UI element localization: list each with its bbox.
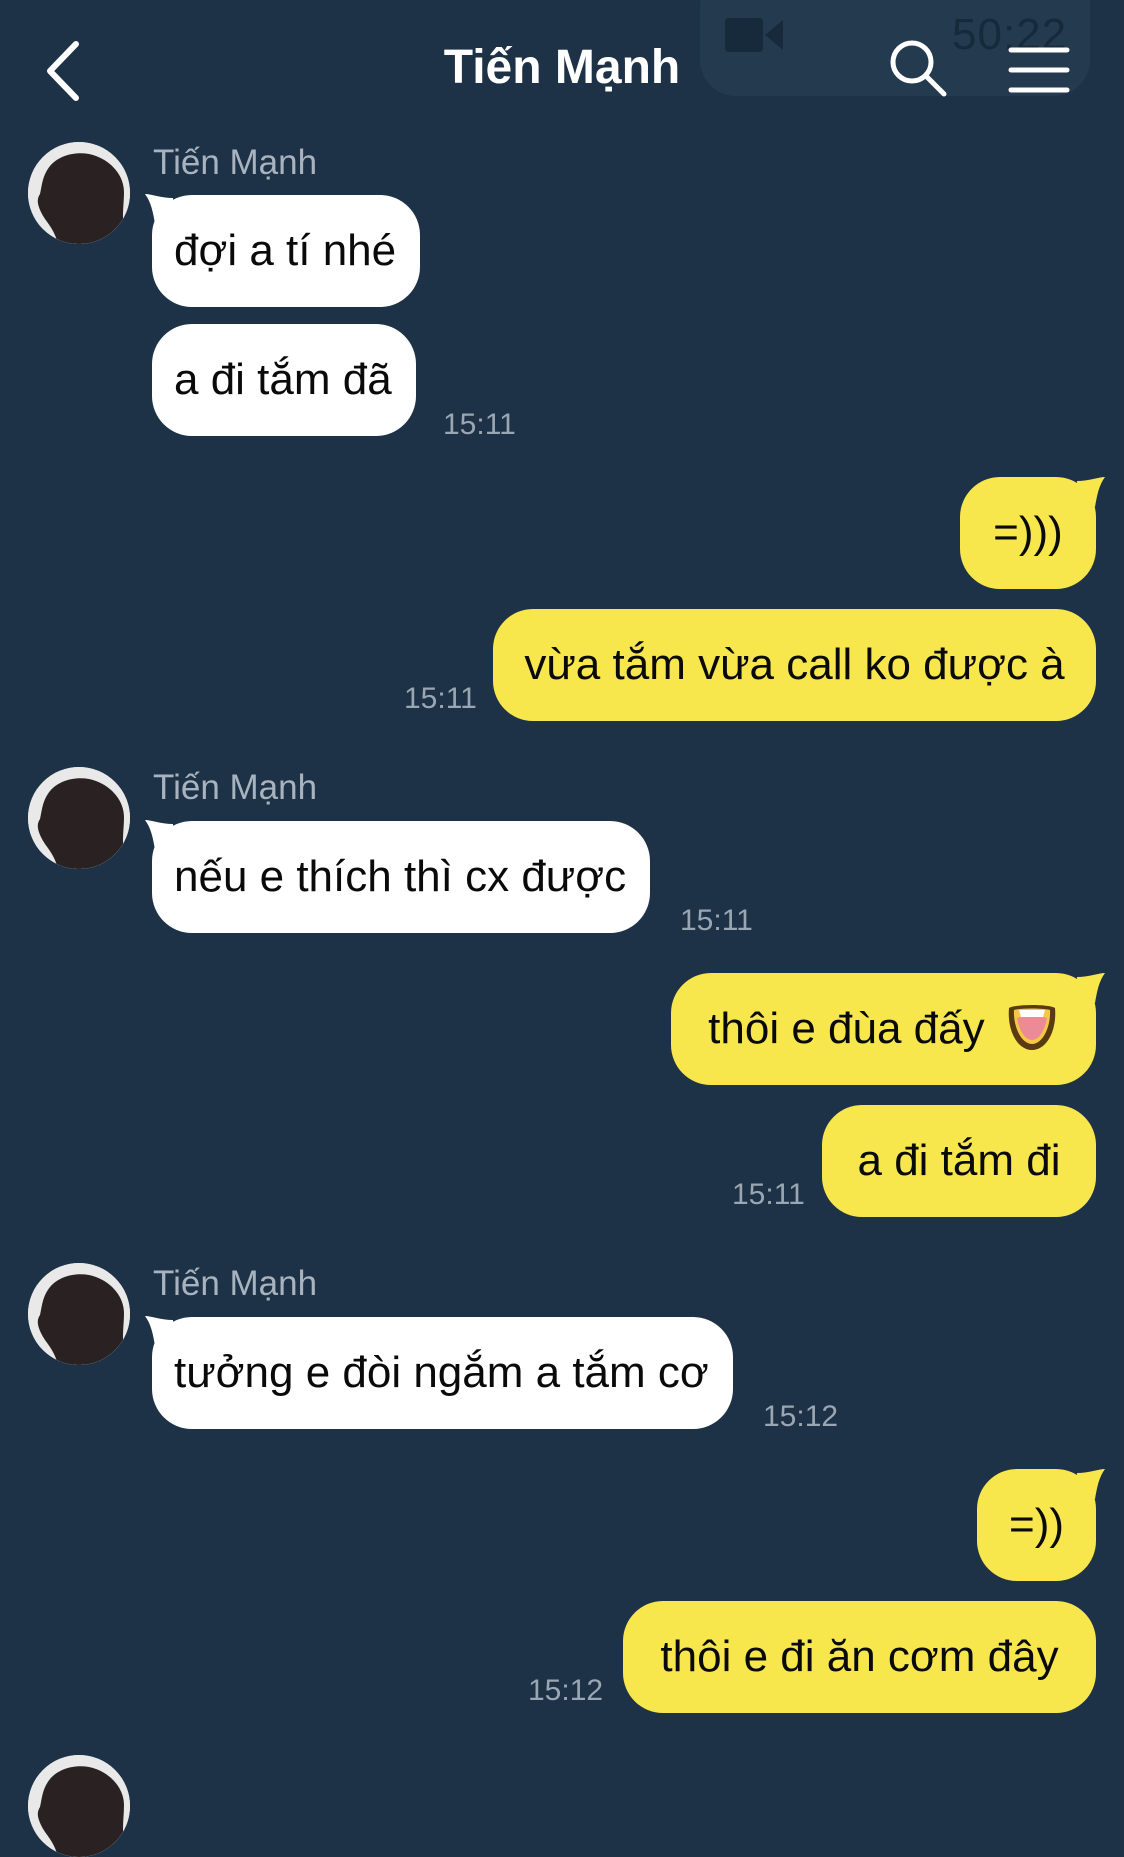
sender-name: Tiến Mạnh bbox=[153, 768, 318, 807]
message-bubble-incoming[interactable]: đợi a tí nhé bbox=[152, 195, 421, 307]
message-bubble-outgoing[interactable]: =))) bbox=[960, 477, 1096, 589]
tongue-face-emoji bbox=[1008, 1005, 1056, 1051]
message-timestamp: 15:12 bbox=[528, 1674, 604, 1707]
sender-name: Tiến Mạnh bbox=[153, 143, 318, 182]
message-bubble-outgoing[interactable]: vừa tắm vừa call ko được à bbox=[493, 609, 1096, 721]
message-timestamp: 15:12 bbox=[763, 1400, 839, 1433]
search-icon[interactable] bbox=[888, 38, 948, 98]
message-bubble-outgoing[interactable]: a đi tắm đi bbox=[822, 1105, 1096, 1217]
profile-silhouette-icon bbox=[28, 1263, 130, 1365]
sender-name: Tiến Mạnh bbox=[153, 1264, 318, 1303]
profile-silhouette-icon bbox=[28, 142, 130, 244]
message-timestamp: 15:11 bbox=[680, 904, 753, 937]
profile-silhouette-icon bbox=[28, 1755, 130, 1857]
message-bubble-outgoing[interactable]: =)) bbox=[977, 1469, 1096, 1581]
message-text: thôi e đùa đấy bbox=[708, 1004, 985, 1053]
message-bubble-incoming[interactable]: a đi tắm đã bbox=[152, 324, 416, 436]
avatar[interactable] bbox=[28, 142, 130, 244]
message-bubble-outgoing[interactable]: thôi e đi ăn cơm đây bbox=[623, 1601, 1096, 1713]
message-timestamp: 15:11 bbox=[443, 408, 516, 441]
profile-silhouette-icon bbox=[28, 767, 130, 869]
avatar[interactable] bbox=[28, 1755, 130, 1857]
message-bubble-incoming[interactable]: nếu e thích thì cx được bbox=[152, 821, 651, 933]
message-timestamp: 15:11 bbox=[732, 1178, 805, 1211]
avatar[interactable] bbox=[28, 1263, 130, 1365]
message-timestamp: 15:11 bbox=[404, 682, 477, 715]
hamburger-menu-icon[interactable] bbox=[1008, 46, 1070, 94]
message-bubble-outgoing[interactable]: thôi e đùa đấy bbox=[671, 973, 1096, 1085]
message-bubble-incoming[interactable]: tưởng e đòi ngắm a tắm cơ bbox=[152, 1317, 733, 1429]
page-title: Tiến Mạnh bbox=[443, 41, 681, 94]
avatar[interactable] bbox=[28, 767, 130, 869]
